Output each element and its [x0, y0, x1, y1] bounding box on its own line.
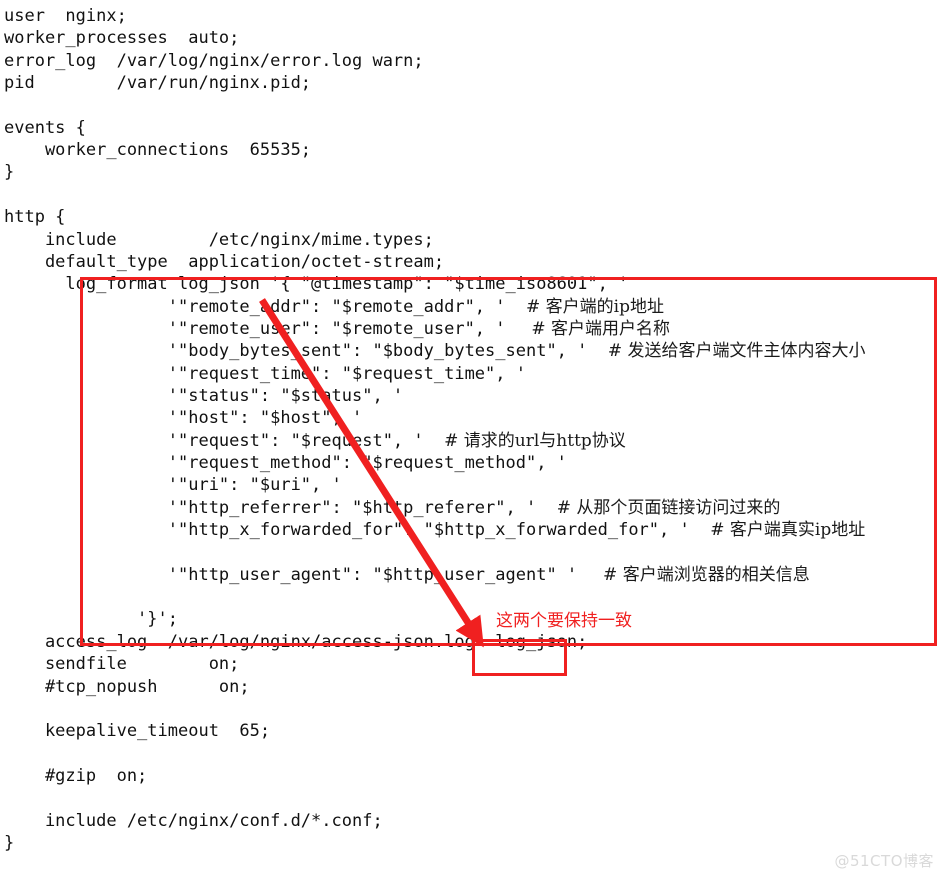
code-text: '"http_referrer": "$http_referer", ': [4, 497, 537, 518]
watermark: @51CTO博客: [834, 852, 934, 870]
code-text: '"request": "$request", ': [4, 430, 424, 451]
code-comment: # 发送给客户端文件主体内容大小: [607, 341, 866, 362]
nginx-config-code: user nginx; worker_processes auto; error_l…: [0, 0, 948, 881]
code-text: include /etc/nginx/mime.types;: [4, 229, 434, 250]
code-line: '"http_x_forwarded_for": "$http_x_forwar…: [4, 519, 865, 541]
code-text: worker_connections 65535;: [4, 140, 312, 161]
comment-gap: [536, 498, 556, 518]
code-text: include /etc/nginx/conf.d/*.conf;: [4, 810, 383, 831]
comment-gap: [506, 319, 526, 339]
code-comment: # 客户端的ip地址: [526, 296, 664, 317]
code-text: '}';: [4, 609, 178, 630]
code-line: #tcp_nopush on;: [4, 676, 250, 698]
code-text: }: [4, 162, 15, 183]
code-line: user nginx;: [4, 5, 127, 27]
code-line: access_log /var/log/nginx/access-json.lo…: [4, 631, 587, 653]
code-text: '"request_time": "$request_time", ': [4, 363, 526, 384]
code-line: '}';: [4, 608, 178, 630]
code-line: events {: [4, 117, 86, 139]
code-line: }: [4, 832, 14, 854]
code-line: '"body_bytes_sent": "$body_bytes_sent", …: [4, 340, 866, 362]
comment-gap: [506, 297, 526, 317]
code-comment: # 客户端用户名称: [526, 318, 671, 339]
code-comment: # 请求的url与http协议: [444, 430, 626, 451]
code-text: '"http_x_forwarded_for": "$http_x_forwar…: [4, 520, 690, 541]
code-line: '"host": "$host", ': [4, 407, 362, 429]
code-line: '"remote_user": "$remote_user", ' # 客户端用…: [4, 318, 670, 340]
code-line: include /etc/nginx/conf.d/*.conf;: [4, 810, 383, 832]
code-line: '"request_time": "$request_time", ': [4, 363, 526, 385]
code-line: keepalive_timeout 65;: [4, 720, 270, 742]
code-comment: # 客户端真实ip地址: [710, 520, 866, 541]
code-line: default_type application/octet-stream;: [4, 251, 444, 273]
code-text: '"remote_user": "$remote_user", ': [4, 318, 506, 339]
code-text: '"status": "$status", ': [4, 385, 404, 406]
code-text: keepalive_timeout 65;: [4, 721, 271, 742]
code-text: '"uri": "$uri", ': [4, 475, 342, 496]
comment-gap: [587, 341, 607, 361]
code-text: #tcp_nopush on;: [4, 676, 250, 697]
comment-gap: [577, 565, 597, 585]
code-text: }: [4, 832, 15, 853]
code-text: worker_processes auto;: [4, 28, 240, 49]
code-line: sendfile on;: [4, 653, 239, 675]
code-text: default_type application/octet-stream;: [4, 251, 445, 272]
code-line: http {: [4, 206, 65, 228]
code-line: #gzip on;: [4, 765, 147, 787]
code-text: '"remote_addr": "$remote_addr", ': [4, 296, 506, 317]
code-text: '"host": "$host", ': [4, 408, 363, 429]
code-text: '"http_user_agent": "$http_user_agent" ': [4, 564, 578, 585]
code-line: error_log /var/log/nginx/error.log warn;: [4, 50, 424, 72]
code-line: pid /var/run/nginx.pid;: [4, 72, 311, 94]
code-text: log_format log_json '{ "@timestamp": "$t…: [4, 274, 629, 295]
code-line: '"remote_addr": "$remote_addr", ' # 客户端的…: [4, 296, 664, 318]
code-text: #gzip on;: [4, 765, 148, 786]
code-text: pid /var/run/nginx.pid;: [4, 73, 312, 94]
code-text: access_log /var/log/nginx/access-json.lo…: [4, 631, 588, 652]
code-line: '"request_method": "$request_method", ': [4, 452, 567, 474]
code-text: '"request_method": "$request_method", ': [4, 453, 567, 473]
code-line: '"request": "$request", ' # 请求的url与http协…: [4, 430, 626, 452]
code-line: '"http_referrer": "$http_referer", ' # 从…: [4, 497, 781, 519]
comment-gap: [424, 431, 444, 451]
code-text: user nginx;: [4, 6, 127, 26]
code-line: include /etc/nginx/mime.types;: [4, 229, 434, 251]
code-line: }: [4, 161, 14, 183]
code-text: http {: [4, 207, 66, 228]
code-line: log_format log_json '{ "@timestamp": "$t…: [4, 273, 628, 295]
code-comment: # 客户端浏览器的相关信息: [597, 564, 810, 585]
code-line: '"status": "$status", ': [4, 385, 403, 407]
code-line: '"uri": "$uri", ': [4, 474, 342, 496]
code-text: '"body_bytes_sent": "$body_bytes_sent", …: [4, 341, 588, 362]
code-line: '"http_user_agent": "$http_user_agent" '…: [4, 564, 810, 586]
code-line: worker_processes auto;: [4, 27, 239, 49]
code-line: worker_connections 65535;: [4, 139, 311, 161]
code-text: error_log /var/log/nginx/error.log warn;: [4, 50, 424, 71]
comment-gap: [690, 520, 710, 540]
code-text: sendfile on;: [4, 654, 240, 675]
code-comment: # 从那个页面链接访问过来的: [556, 497, 781, 518]
code-text: events {: [4, 117, 86, 138]
